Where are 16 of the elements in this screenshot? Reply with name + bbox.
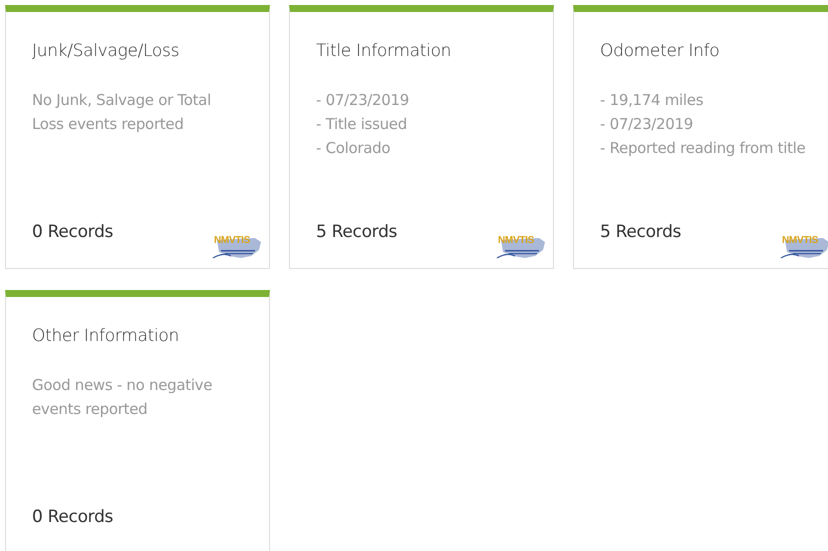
card-title: Junk/Salvage/Loss [32, 41, 180, 61]
record-count: 5 Records [316, 222, 398, 242]
card-detail: - Reported reading from title [600, 138, 806, 159]
record-count: 5 Records [600, 222, 682, 242]
card-detail: - 19,174 miles [600, 90, 704, 111]
card-title: Odometer Info [600, 41, 720, 61]
card-title: Title Information [316, 41, 452, 61]
record-count: 0 Records [32, 507, 114, 527]
record-count: 0 Records [32, 222, 114, 242]
card-detail: Good news - no negative events reported [32, 375, 214, 420]
card-title: Other Information [32, 326, 180, 346]
card-detail: No Junk, Salvage or Total Loss events reported [32, 90, 212, 135]
card-detail: - 07/23/2019 [316, 90, 410, 111]
card-detail: - 07/23/2019 [600, 114, 694, 135]
card-detail: - Title issued [316, 114, 408, 135]
card-detail: - Colorado [316, 138, 392, 159]
